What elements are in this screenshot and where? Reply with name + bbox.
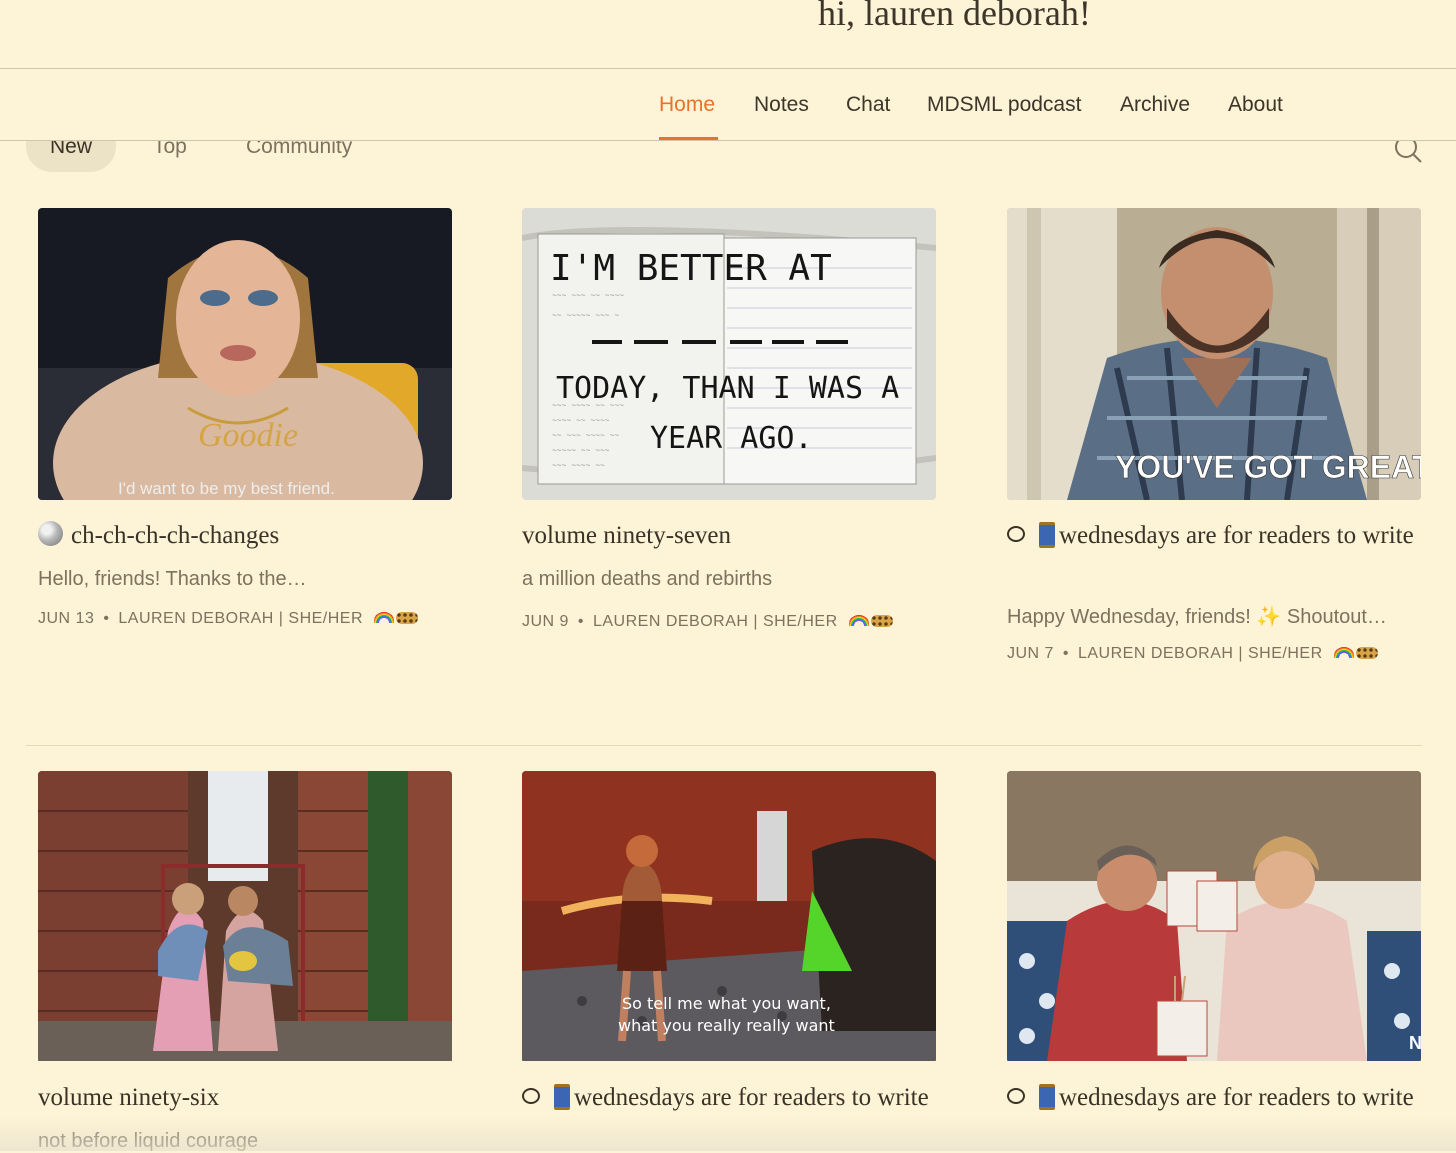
post-thumbnail[interactable]: So tell me what you want, what you reall… [522, 771, 936, 1063]
nav-archive[interactable]: Archive [1120, 93, 1190, 117]
spool-of-thread-icon [1039, 1084, 1055, 1110]
nav-notes[interactable]: Notes [754, 93, 809, 117]
post-thumbnail[interactable]: ~~~ ~~~ ~~ ~~~~ ~~ ~~~~~ ~~~ ~ ~~~ ~~~~ ~… [522, 208, 936, 500]
post-author[interactable]: LAUREN DEBORAH | SHE/HER [1078, 645, 1323, 662]
post-meta: JUN 9 • LAUREN DEBORAH | SHE/HER [522, 613, 893, 631]
notebook-text-line2: TODAY, THAN I WAS A [556, 371, 899, 406]
spool-of-thread-icon [1039, 522, 1055, 548]
image-caption: YOU'VE GOT GREAT TASTE [1115, 449, 1421, 485]
svg-text:Goodie: Goodie [198, 417, 298, 454]
meta-separator: • [1062, 645, 1070, 662]
nav-mdsml-podcast[interactable]: MDSML podcast [927, 93, 1081, 117]
image-badge: N [1409, 1033, 1421, 1053]
svg-text:~~ ~~~~~ ~~~ ~: ~~ ~~~~~ ~~~ ~ [552, 312, 619, 321]
post-subtitle: Hello, friends! Thanks to the… [38, 568, 307, 590]
row-divider [26, 745, 1422, 746]
image-caption-line1: So tell me what you want, [622, 994, 831, 1013]
svg-text:~~ ~~~ ~~~~ ~~: ~~ ~~~ ~~~~ ~~ [552, 432, 619, 441]
spool-of-thread-icon [554, 1084, 570, 1110]
comment-icon [522, 1088, 540, 1104]
post-thumbnail[interactable] [38, 771, 452, 1063]
leopard-icon [395, 612, 418, 624]
nav-chat[interactable]: Chat [846, 93, 890, 117]
svg-text:~~~~~ ~~ ~~~: ~~~~~ ~~ ~~~ [552, 447, 610, 456]
disco-ball-icon [38, 521, 63, 546]
post-meta: JUN 13 • LAUREN DEBORAH | SHE/HER [38, 610, 418, 628]
post-title[interactable]: wednesdays are for readers to write [522, 1080, 936, 1116]
leopard-icon [870, 615, 893, 627]
post-thumbnail[interactable]: N [1007, 771, 1421, 1063]
post-author[interactable]: LAUREN DEBORAH | SHE/HER [118, 610, 363, 627]
svg-text:~~~~ ~~ ~~~~: ~~~~ ~~ ~~~~ [552, 417, 610, 426]
meta-separator: • [577, 613, 585, 630]
post-title[interactable]: volume ninety-six [38, 1080, 452, 1116]
post-date: JUN 9 [522, 613, 569, 630]
post-author[interactable]: LAUREN DEBORAH | SHE/HER [593, 613, 838, 630]
svg-text:~~~ ~~~ ~~ ~~~~: ~~~ ~~~ ~~ ~~~~ [552, 292, 624, 301]
leopard-icon [1355, 647, 1378, 659]
notebook-text-line3: YEAR AGO. [650, 421, 813, 456]
nav-about[interactable]: About [1228, 93, 1283, 117]
post-meta: JUN 7 • LAUREN DEBORAH | SHE/HER [1007, 645, 1378, 663]
post-title[interactable]: ch-ch-ch-ch-changes [38, 518, 452, 554]
active-tab-indicator [659, 137, 718, 140]
post-subtitle: Happy Wednesday, friends! ✨ Shoutout… [1007, 606, 1387, 628]
post-date: JUN 13 [38, 610, 95, 627]
post-date: JUN 7 [1007, 645, 1054, 662]
rainbow-icon [1333, 646, 1354, 658]
comment-icon [1007, 526, 1025, 542]
page-title: hi, lauren deborah! [818, 0, 1091, 33]
image-caption: I'd want to be my best friend. [118, 479, 335, 498]
main-nav: Home Notes Chat MDSML podcast Archive Ab… [0, 69, 1456, 141]
post-title[interactable]: volume ninety-seven [522, 518, 936, 554]
meta-separator: • [103, 610, 110, 627]
notebook-text-line1: I'M BETTER AT [550, 248, 832, 289]
post-title[interactable]: wednesdays are for readers to write [1007, 518, 1421, 554]
svg-text:~~~ ~~~~ ~~: ~~~ ~~~~ ~~ [552, 462, 605, 471]
post-title[interactable]: wednesdays are for readers to write [1007, 1080, 1421, 1116]
rainbow-icon [373, 611, 394, 623]
image-caption-line2: what you really really want [618, 1016, 835, 1035]
comment-icon [1007, 1088, 1025, 1104]
post-subtitle: not before liquid courage [38, 1130, 259, 1152]
post-subtitle: a million deaths and rebirths [522, 568, 773, 590]
rainbow-icon [848, 614, 869, 626]
post-thumbnail[interactable]: YOU'VE GOT GREAT TASTE [1007, 208, 1421, 500]
post-thumbnail[interactable]: Goodie I'd want to be my best friend. [38, 208, 452, 500]
nav-home[interactable]: Home [659, 93, 715, 117]
